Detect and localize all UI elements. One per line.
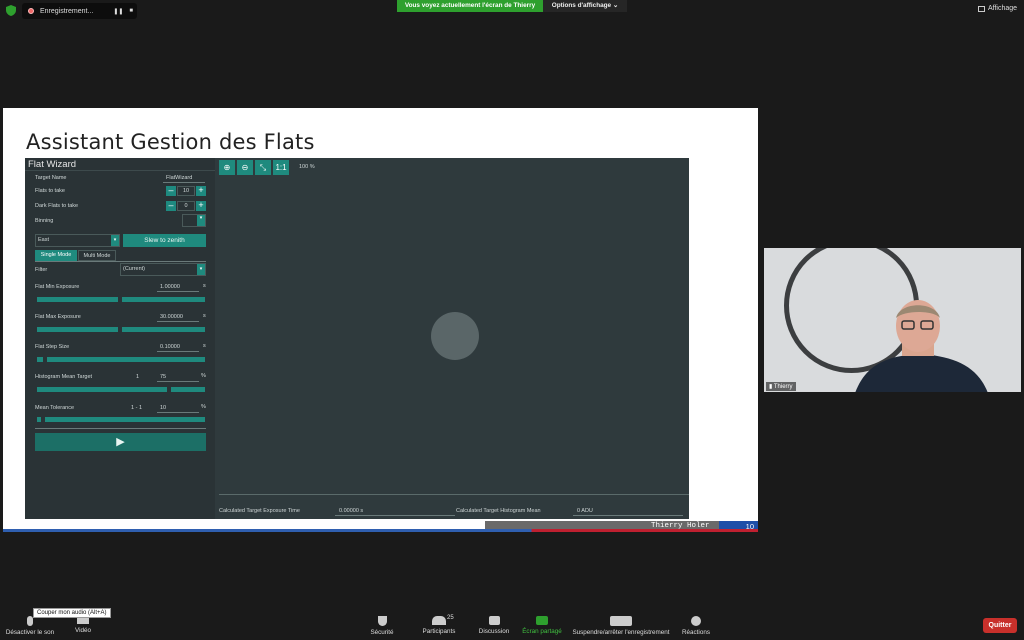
quit-button[interactable]: Quitter (983, 618, 1017, 633)
pause-stop-icon (610, 616, 632, 626)
share-screen-icon (536, 616, 548, 625)
play-icon: ▶ (116, 436, 125, 448)
min-exposure-label: Flat Min Exposure (35, 284, 80, 290)
max-exposure-slider[interactable] (37, 326, 205, 333)
mean-tolerance-slider[interactable] (37, 416, 205, 423)
share-screen-button[interactable]: Écran partagé (520, 616, 564, 635)
step-size-slider[interactable] (37, 356, 205, 363)
pause-recording-icon[interactable]: ❚❚ (113, 8, 123, 15)
tab-multi-mode[interactable]: Multi Mode (78, 250, 116, 261)
recording-controls-button[interactable]: Suspendre/arrêter l'enregistrement (570, 616, 672, 636)
mute-button[interactable]: Désactiver le son (4, 616, 56, 636)
shield-icon (6, 5, 16, 16)
meeting-toolbar: Désactiver le son Vidéo Sécurité Partici… (0, 608, 1024, 640)
participant-video[interactable]: ▮ Thierry (764, 248, 1021, 392)
direction-select[interactable]: East ▾ (35, 234, 120, 247)
filter-label: Filter (35, 267, 48, 273)
settings-panel: Flat Wizard Target Name FlatWizard Flats… (25, 158, 215, 519)
max-exposure-input[interactable]: 30.00000 (160, 314, 183, 320)
min-exposure-input[interactable]: 1.00000 (160, 284, 180, 290)
dark-flats-decrement-button[interactable]: – (166, 201, 176, 211)
stop-recording-icon[interactable]: ■ (129, 8, 133, 14)
max-exposure-label: Flat Max Exposure (35, 314, 81, 320)
recording-indicator: Enregistrement... ❚❚ ■ (22, 3, 137, 19)
security-button[interactable]: Sécurité (366, 616, 398, 636)
min-exposure-slider[interactable] (37, 296, 205, 303)
fit-icon[interactable]: ⤡ (255, 160, 271, 175)
calc-exposure-label: Calculated Target Exposure Time (219, 508, 300, 514)
flats-label: Flats to take (35, 188, 65, 194)
calc-hist-label: Calculated Target Histogram Mean (456, 508, 541, 514)
shared-slide: Assistant Gestion des Flats Flat Wizard … (3, 108, 758, 532)
target-name-input[interactable]: FlatWizard (166, 175, 192, 181)
record-icon (28, 8, 34, 14)
window-title: Flat Wizard (28, 159, 77, 170)
step-size-input[interactable]: 0.10000 (160, 344, 180, 350)
grid-icon (978, 5, 985, 12)
dark-flats-label: Dark Flats to take (35, 203, 79, 209)
view-options-button[interactable]: Options d'affichage ⌄ (543, 0, 627, 12)
zoom-out-icon[interactable]: ⊖ (237, 160, 253, 175)
target-name-label: Target Name (35, 175, 67, 181)
calc-hist-value: 0 ADU (577, 508, 593, 514)
flats-increment-button[interactable]: + (196, 186, 206, 196)
tab-single-mode[interactable]: Single Mode (35, 250, 77, 261)
flats-decrement-button[interactable]: – (166, 186, 176, 196)
participant-image (855, 300, 988, 392)
chevron-down-icon: ▾ (197, 215, 205, 226)
mean-tolerance-input[interactable]: 10 (160, 405, 166, 411)
mean-tolerance-label: Mean Tolerance (35, 405, 75, 411)
share-banner: Vous voyez actuellement l'écran de Thier… (397, 0, 543, 12)
signal-icon: ▮ (769, 384, 773, 390)
shield-icon (377, 616, 387, 626)
slider-thumb[interactable] (118, 326, 122, 333)
filter-select[interactable]: (Current) ▾ (120, 263, 206, 276)
slider-thumb[interactable] (43, 356, 47, 363)
participants-count: 25 (447, 615, 454, 621)
recording-label: Enregistrement... (40, 7, 94, 15)
step-size-label: Flat Step Size (35, 344, 70, 350)
dark-flats-increment-button[interactable]: + (196, 201, 206, 211)
zoom-one-to-one-button[interactable]: 1:1 (273, 160, 289, 175)
slide-title: Assistant Gestion des Flats (26, 130, 315, 154)
people-icon (432, 616, 446, 625)
participant-name: ▮ Thierry (766, 382, 796, 391)
reactions-button[interactable]: Réactions (680, 616, 712, 636)
histogram-target-label: Histogram Mean Target (35, 374, 93, 380)
video-button[interactable]: Vidéo (68, 616, 98, 634)
view-button[interactable]: Affichage (978, 5, 1017, 12)
slider-thumb[interactable] (41, 416, 45, 423)
zoom-level: 100 % (299, 164, 315, 170)
chat-button[interactable]: Discussion (476, 616, 512, 635)
dark-flats-input[interactable]: 0 (177, 201, 195, 211)
flat-wizard-window: Flat Wizard Target Name FlatWizard Flats… (25, 158, 689, 519)
chat-icon (488, 616, 500, 625)
histogram-target-slider[interactable] (37, 386, 205, 393)
flats-input[interactable]: 10 (177, 186, 195, 196)
binning-label: Binning (35, 218, 54, 224)
histogram-target-input[interactable]: 75 (160, 374, 166, 380)
chevron-down-icon: ▾ (111, 235, 119, 246)
mute-tooltip: Couper mon audio (Alt+A) (33, 608, 111, 618)
slider-thumb[interactable] (167, 386, 171, 393)
loading-icon (431, 312, 479, 360)
calc-exposure-value: 0.00000 s (339, 508, 364, 514)
slider-thumb[interactable] (118, 296, 122, 303)
image-toolbar: ⊕ ⊖ ⤡ 1:1 (219, 160, 289, 175)
chevron-down-icon: ▾ (197, 264, 205, 275)
slide-footer-accent (3, 529, 758, 532)
zoom-in-icon[interactable]: ⊕ (219, 160, 235, 175)
start-button[interactable]: ▶ (35, 433, 206, 451)
emoji-icon (691, 616, 701, 626)
slew-to-zenith-button[interactable]: Slew to zenith (123, 234, 206, 247)
binning-select[interactable]: ▾ (182, 214, 206, 227)
